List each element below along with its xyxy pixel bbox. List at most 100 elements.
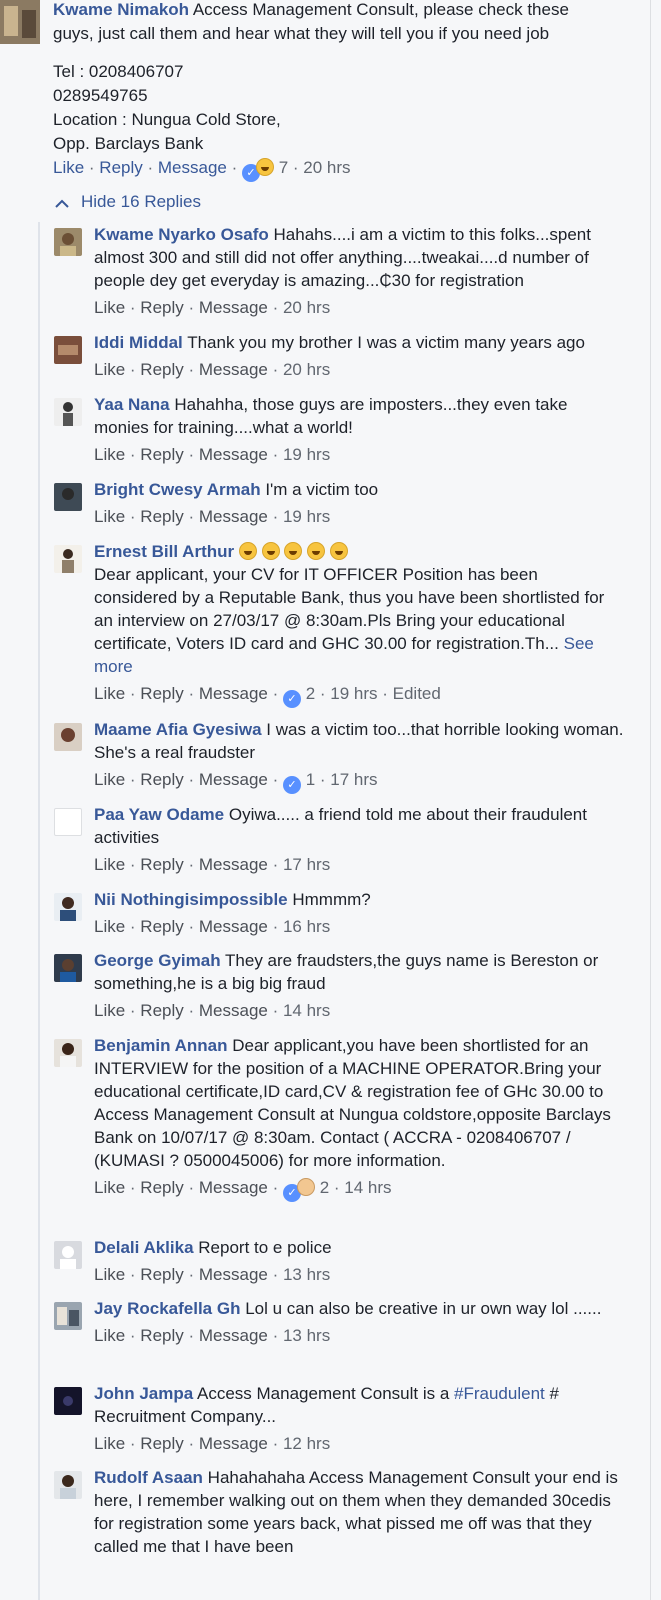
timestamp[interactable]: 12 hrs [283,1434,330,1453]
avatar[interactable] [54,1471,82,1499]
timestamp[interactable]: 19 hrs [283,507,330,526]
timestamp[interactable]: 13 hrs [283,1265,330,1284]
avatar[interactable] [54,1241,82,1269]
message-link[interactable]: Message [199,445,268,464]
reply-author[interactable]: Bright Cwesy Armah [94,480,261,499]
like-link[interactable]: Like [94,445,125,464]
avatar[interactable] [54,398,82,426]
reaction-count[interactable]: 2 [320,1178,329,1197]
timestamp[interactable]: 17 hrs [283,855,330,874]
reaction-count[interactable]: 7 [279,158,288,177]
message-link[interactable]: Message [199,1001,268,1020]
timestamp[interactable]: 20 hrs [283,360,330,379]
reply-text: Dear applicant, your CV for IT OFFICER P… [94,565,605,653]
like-link[interactable]: Like [94,360,125,379]
edited-label[interactable]: Edited [393,684,441,703]
message-link[interactable]: Message [199,855,268,874]
reply-link[interactable]: Reply [140,1326,183,1345]
sad-reaction-icon[interactable] [296,1178,315,1196]
reply-link[interactable]: Reply [140,1178,183,1197]
reaction-count[interactable]: 1 [306,770,315,789]
reply-link[interactable]: Reply [140,507,183,526]
avatar[interactable] [54,808,82,836]
timestamp[interactable]: 14 hrs [283,1001,330,1020]
like-link[interactable]: Like [53,158,84,177]
hide-replies-toggle[interactable]: Hide 16 Replies [55,190,201,214]
reply-link[interactable]: Reply [99,158,142,177]
like-link[interactable]: Like [94,1326,125,1345]
reaction-count[interactable]: 2 [306,684,315,703]
avatar[interactable] [54,336,82,364]
message-link[interactable]: Message [199,917,268,936]
avatar[interactable] [54,228,82,256]
message-link[interactable]: Message [199,1326,268,1345]
avatar[interactable] [54,1302,82,1330]
like-link[interactable]: Like [94,855,125,874]
like-reaction-icon[interactable]: ✓ [282,776,301,794]
reply-author[interactable]: Paa Yaw Odame [94,805,224,824]
avatar[interactable] [54,893,82,921]
message-link[interactable]: Message [199,1265,268,1284]
timestamp[interactable]: 19 hrs [330,684,377,703]
message-link[interactable]: Message [199,1178,268,1197]
avatar[interactable] [54,723,82,751]
replies-rail [38,222,40,1600]
message-link[interactable]: Message [199,770,268,789]
timestamp[interactable]: 16 hrs [283,917,330,936]
like-reaction-icon[interactable]: ✓ [282,690,301,708]
message-link[interactable]: Message [199,507,268,526]
reply-author[interactable]: Jay Rockafella Gh [94,1299,240,1318]
reply-link[interactable]: Reply [140,445,183,464]
avatar[interactable] [54,483,82,511]
reply-actions: Like · Reply · Message · 20 hrs [94,360,331,379]
hashtag-link[interactable]: #Fraudulent [454,1384,545,1403]
reply-link[interactable]: Reply [140,917,183,936]
reply-author[interactable]: Yaa Nana [94,395,170,414]
reply-link[interactable]: Reply [140,1001,183,1020]
message-link[interactable]: Message [158,158,227,177]
reply-link[interactable]: Reply [140,1434,183,1453]
reply-link[interactable]: Reply [140,770,183,789]
reply-author[interactable]: Nii Nothingisimpossible [94,890,288,909]
reply-author[interactable]: Ernest Bill Arthur [94,542,234,561]
avatar[interactable] [54,954,82,982]
timestamp[interactable]: 20 hrs [283,298,330,317]
like-link[interactable]: Like [94,770,125,789]
reply-link[interactable]: Reply [140,360,183,379]
avatar[interactable] [54,545,82,573]
reply-author[interactable]: Delali Aklika [94,1238,194,1257]
avatar[interactable] [54,1039,82,1067]
reply-author[interactable]: Kwame Nyarko Osafo [94,225,269,244]
message-link[interactable]: Message [199,360,268,379]
timestamp[interactable]: 17 hrs [330,770,377,789]
avatar[interactable] [54,1387,82,1415]
reply-author[interactable]: George Gyimah [94,951,221,970]
like-link[interactable]: Like [94,507,125,526]
reply-author[interactable]: Maame Afia Gyesiwa [94,720,262,739]
like-link[interactable]: Like [94,1001,125,1020]
timestamp[interactable]: 14 hrs [344,1178,391,1197]
reply-link[interactable]: Reply [140,684,183,703]
like-link[interactable]: Like [94,1434,125,1453]
timestamp[interactable]: 19 hrs [283,445,330,464]
reply-author[interactable]: John Jampa [94,1384,193,1403]
timestamp[interactable]: 20 hrs [303,158,350,177]
message-link[interactable]: Message [199,1434,268,1453]
reply-author[interactable]: Iddi Middal [94,333,183,352]
reply-author[interactable]: Rudolf Asaan [94,1468,203,1487]
reply-link[interactable]: Reply [140,298,183,317]
like-link[interactable]: Like [94,684,125,703]
comment-author[interactable]: Kwame Nimakoh [53,0,189,19]
haha-reaction-icon[interactable] [255,158,274,176]
message-link[interactable]: Message [199,684,268,703]
message-link[interactable]: Message [199,298,268,317]
like-link[interactable]: Like [94,298,125,317]
avatar[interactable] [0,0,40,44]
like-link[interactable]: Like [94,1265,125,1284]
like-link[interactable]: Like [94,1178,125,1197]
timestamp[interactable]: 13 hrs [283,1326,330,1345]
reply-author[interactable]: Benjamin Annan [94,1036,228,1055]
like-link[interactable]: Like [94,917,125,936]
reply-link[interactable]: Reply [140,855,183,874]
reply-link[interactable]: Reply [140,1265,183,1284]
